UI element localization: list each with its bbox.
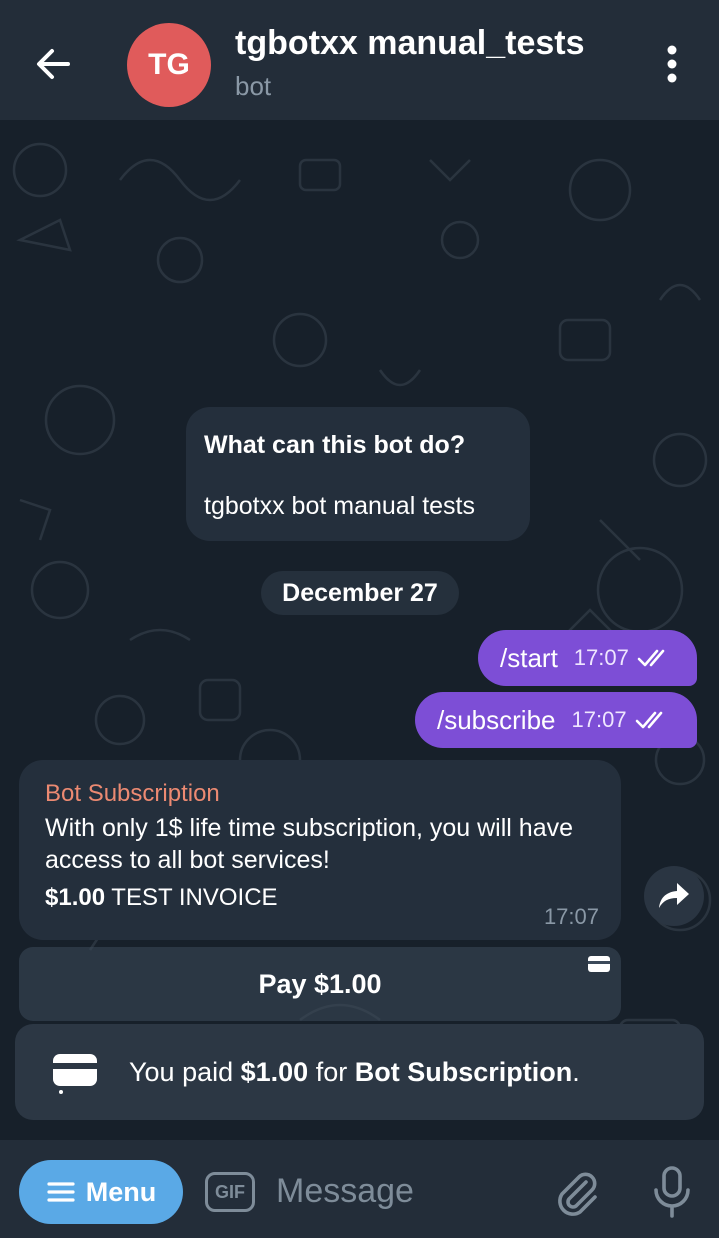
toast-text-middle: for xyxy=(308,1056,355,1087)
microphone-icon xyxy=(654,1166,690,1218)
date-separator: December 27 xyxy=(261,571,459,615)
avatar[interactable]: TG xyxy=(127,23,211,107)
message-time: 17:07 xyxy=(573,645,629,670)
payment-toast: You paid $1.00 for Bot Subscription. xyxy=(15,1024,704,1120)
menu-button-label: Menu xyxy=(85,1176,157,1207)
bot-intro-question: What can this bot do? xyxy=(204,431,466,459)
outgoing-message[interactable]: /start 17:07 xyxy=(478,630,697,686)
payment-toast-text: You paid $1.00 for Bot Subscription. xyxy=(129,1057,580,1088)
toast-amount: $1.00 xyxy=(240,1056,309,1087)
toast-text-suffix: . xyxy=(572,1056,580,1087)
chat-subtitle: bot xyxy=(235,71,272,101)
voice-record-button[interactable] xyxy=(648,1164,696,1220)
pay-button[interactable]: Pay $1.00 xyxy=(19,947,621,1021)
invoice-title: Bot Subscription xyxy=(45,780,220,807)
chat-title[interactable]: tgbotxx manual_tests xyxy=(235,24,585,63)
message-time: 17:07 xyxy=(543,904,599,929)
card-icon xyxy=(588,956,610,972)
share-button[interactable] xyxy=(644,866,704,926)
bot-menu-button[interactable]: Menu xyxy=(19,1160,183,1224)
gif-button[interactable]: GIF xyxy=(205,1172,255,1212)
toast-text-prefix: You paid xyxy=(129,1056,241,1087)
hamburger-icon xyxy=(47,1182,75,1202)
message-text: /start xyxy=(500,642,558,673)
paperclip-icon xyxy=(558,1172,597,1216)
invoice-amount-line: $1.00 TEST INVOICE xyxy=(45,884,595,912)
bot-intro-card: What can this bot do? tgbotxx bot manual… xyxy=(186,407,530,541)
pay-button-label: Pay $1.00 xyxy=(258,968,382,999)
kebab-menu-icon xyxy=(667,45,677,83)
toast-product: Bot Subscription xyxy=(354,1056,573,1087)
invoice-description: With only 1$ life time subscription, you… xyxy=(45,814,574,874)
back-button[interactable] xyxy=(30,40,78,88)
message-input[interactable] xyxy=(276,1168,536,1214)
composer-bar: Menu GIF xyxy=(0,1140,719,1238)
bot-intro-description: tgbotxx bot manual tests xyxy=(204,492,475,520)
outgoing-message[interactable]: /subscribe 17:07 xyxy=(415,692,697,748)
invoice-label: TEST INVOICE xyxy=(111,884,278,911)
message-text: /subscribe xyxy=(437,704,556,735)
invoice-message[interactable]: Bot Subscription With only 1$ life time … xyxy=(19,760,621,940)
double-check-icon xyxy=(635,711,662,729)
arrow-left-icon xyxy=(37,49,70,79)
invoice-amount: $1.00 xyxy=(45,884,106,911)
share-arrow-icon xyxy=(659,883,689,908)
attach-button[interactable] xyxy=(550,1166,602,1218)
double-check-icon xyxy=(637,649,665,667)
credit-card-icon xyxy=(53,1054,97,1094)
message-time: 17:07 xyxy=(571,707,627,732)
message-list[interactable]: What can this bot do? tgbotxx bot manual… xyxy=(0,120,719,1140)
more-options-button[interactable] xyxy=(650,40,694,88)
chat-header: TG tgbotxx manual_tests bot xyxy=(0,0,719,120)
